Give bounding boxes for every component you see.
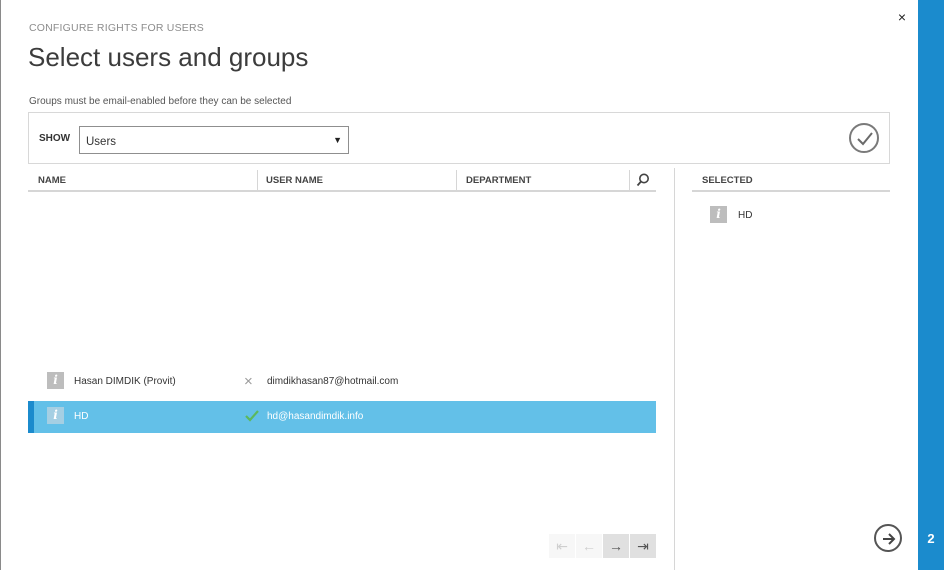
wizard-step-bar: 2 — [918, 0, 944, 570]
close-button[interactable]: × — [894, 9, 910, 25]
invalid-x-icon: × — [244, 373, 253, 390]
first-page-icon[interactable]: ⇤ — [549, 534, 575, 558]
column-divider — [257, 170, 258, 190]
show-dropdown[interactable]: Users ▼ — [79, 126, 349, 154]
row-name: Hasan DIMDIK (Provit) — [74, 376, 176, 387]
selected-panel-header: SELECTED — [692, 168, 890, 192]
last-page-icon[interactable]: ⇥ — [630, 534, 656, 558]
table-row-selected[interactable]: i HD hd@hasandimdik.info — [28, 401, 656, 433]
column-header-name[interactable]: NAME — [38, 175, 66, 186]
panel-divider — [674, 168, 675, 570]
dialog-subtitle: CONFIGURE RIGHTS FOR USERS — [29, 22, 204, 34]
users-grid-header: NAME USER NAME DEPARTMENT — [28, 168, 656, 192]
step-number: 2 — [927, 531, 935, 546]
configure-rights-dialog: × CONFIGURE RIGHTS FOR USERS Select user… — [0, 0, 918, 570]
table-row[interactable]: i Hasan DIMDIK (Provit) × dimdikhasan87@… — [28, 366, 656, 398]
dialog-title: Select users and groups — [28, 42, 309, 72]
filter-bar: SHOW Users ▼ — [28, 112, 890, 164]
email-enabled-note: Groups must be email-enabled before they… — [29, 96, 292, 107]
column-header-user-name[interactable]: USER NAME — [266, 175, 323, 186]
user-info-icon: i — [710, 206, 727, 223]
show-dropdown-value: Users — [86, 136, 117, 148]
arrow-right-icon — [883, 533, 896, 545]
selected-header-label: SELECTED — [702, 175, 753, 186]
apply-filter-button[interactable] — [849, 123, 879, 153]
selected-item-name: HD — [738, 210, 753, 221]
checkmark-icon — [857, 132, 873, 146]
previous-page-icon[interactable]: ← — [576, 534, 602, 558]
user-info-icon: i — [47, 407, 64, 424]
search-icon[interactable] — [635, 172, 651, 188]
valid-check-icon — [245, 410, 259, 422]
next-page-icon[interactable]: → — [603, 534, 629, 558]
column-divider — [629, 170, 630, 190]
row-user-name: hd@hasandimdik.info — [267, 411, 364, 422]
row-name: HD — [74, 411, 89, 422]
show-label: SHOW — [39, 133, 71, 144]
user-info-icon: i — [47, 372, 64, 389]
row-user-name: dimdikhasan87@hotmail.com — [267, 376, 399, 387]
chevron-down-icon: ▼ — [333, 135, 342, 145]
column-header-department[interactable]: DEPARTMENT — [466, 175, 531, 186]
column-divider — [456, 170, 457, 190]
next-step-button[interactable] — [874, 524, 902, 552]
